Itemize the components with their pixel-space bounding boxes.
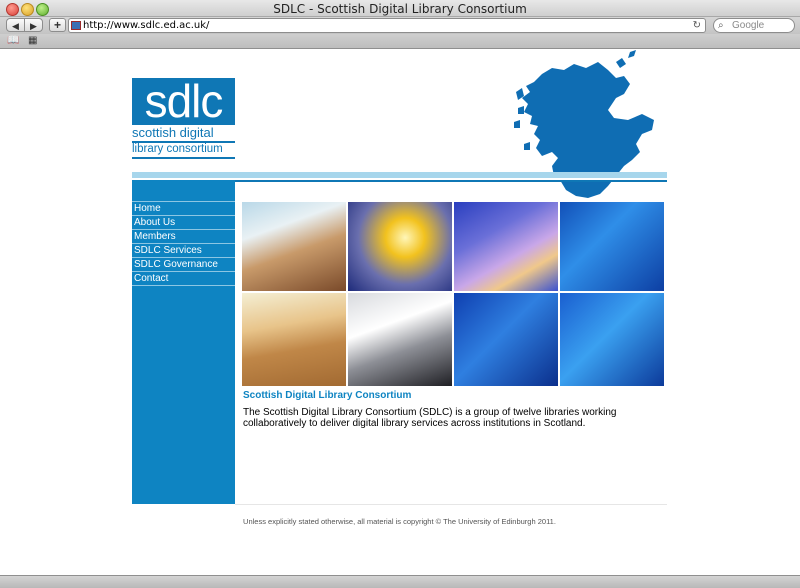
- bookmarks-bar: 📖 ▦: [0, 34, 800, 49]
- window-bottom-bar: [0, 575, 800, 588]
- nav-item-members[interactable]: Members: [132, 229, 235, 243]
- search-icon: ⌕: [718, 20, 724, 31]
- window-titlebar: SDLC - Scottish Digital Library Consorti…: [0, 0, 800, 17]
- nav-item-contact[interactable]: Contact: [132, 271, 235, 286]
- logo-blue-block: sdlc: [132, 75, 235, 127]
- nav-item-home[interactable]: Home: [132, 201, 235, 215]
- photo-keyboard-keys: [454, 202, 558, 291]
- photo-blue-filing: [454, 293, 558, 386]
- forward-arrow-icon: ▶: [30, 21, 37, 31]
- logo-line-2: library consortium: [132, 143, 223, 155]
- photo-laptop: [348, 202, 452, 291]
- hero-photo-collage: [242, 202, 664, 386]
- sdlc-logo[interactable]: sdlc scottish digital library consortium: [132, 75, 235, 160]
- back-button[interactable]: ◀: [6, 18, 25, 32]
- intro-paragraph: The Scottish Digital Library Consortium …: [243, 407, 617, 429]
- nav-item-about-us[interactable]: About Us: [132, 215, 235, 229]
- forward-button[interactable]: ▶: [24, 18, 43, 32]
- browser-toolbar: ◀ ▶ + http://www.sdlc.ed.ac.uk/ ↻ ⌕ Goog…: [0, 17, 800, 34]
- photo-hand-mouse: [348, 293, 452, 386]
- photo-blue-cabinets: [560, 293, 664, 386]
- add-bookmark-button[interactable]: +: [49, 18, 66, 32]
- photo-books-bookmark: [242, 293, 346, 386]
- url-text[interactable]: http://www.sdlc.ed.ac.uk/: [83, 19, 209, 32]
- address-bar[interactable]: http://www.sdlc.ed.ac.uk/ ↻: [68, 18, 706, 33]
- search-field[interactable]: ⌕ Google: [713, 18, 795, 33]
- photo-books: [242, 202, 346, 291]
- window-title: SDLC - Scottish Digital Library Consorti…: [273, 2, 527, 16]
- logo-line-1: scottish digital: [132, 125, 214, 140]
- header-rule: [235, 180, 667, 182]
- footer-copyright: Unless explicitly stated otherwise, all …: [243, 517, 556, 526]
- reload-icon[interactable]: ↻: [693, 19, 701, 32]
- nav-item-sdlc-services[interactable]: SDLC Services: [132, 243, 235, 257]
- photo-blue-drawers: [560, 202, 664, 291]
- footer-divider: [235, 504, 667, 505]
- back-arrow-icon: ◀: [12, 21, 19, 31]
- site-favicon-icon: [71, 21, 81, 30]
- logo-rule: [132, 157, 235, 159]
- top-sites-grid-icon[interactable]: ▦: [28, 35, 37, 46]
- nav-item-sdlc-governance[interactable]: SDLC Governance: [132, 257, 235, 271]
- main-navigation: Home About Us Members SDLC Services SDLC…: [132, 201, 235, 286]
- bookmarks-book-icon[interactable]: 📖: [7, 35, 19, 46]
- page-title: Scottish Digital Library Consortium: [243, 390, 412, 401]
- sidebar: Home About Us Members SDLC Services SDLC…: [132, 180, 235, 504]
- search-placeholder: Google: [732, 20, 765, 31]
- plus-icon: +: [53, 18, 61, 32]
- logo-short-name: sdlc: [144, 75, 224, 127]
